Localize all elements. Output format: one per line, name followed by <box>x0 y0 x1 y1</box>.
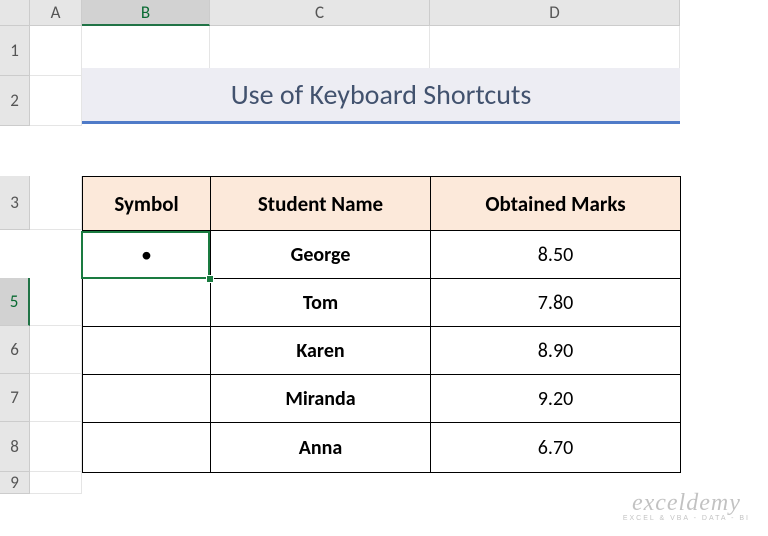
col-header-C[interactable]: C <box>210 0 430 26</box>
row-header-9[interactable]: 9 <box>0 472 30 494</box>
col-header-D[interactable]: D <box>430 0 680 26</box>
col-header-A[interactable]: A <box>30 0 82 26</box>
cell-A7[interactable] <box>30 374 82 422</box>
title-row: Use of Keyboard Shortcuts <box>82 76 680 126</box>
cell-marks[interactable]: 6.70 <box>431 423 681 473</box>
cell-symbol[interactable]: • <box>83 231 211 279</box>
row-header-2[interactable]: 2 <box>0 76 30 126</box>
cell-A6[interactable] <box>30 326 82 374</box>
fill-handle[interactable] <box>206 275 214 283</box>
cell-marks[interactable]: 8.50 <box>431 231 681 279</box>
select-all-corner[interactable] <box>0 0 30 26</box>
cell-symbol[interactable] <box>83 423 211 473</box>
watermark-brand: exceldemy <box>623 490 750 517</box>
row-header-5[interactable]: 5 <box>0 278 30 326</box>
table-row: Tom 7.80 <box>83 279 681 327</box>
header-name[interactable]: Student Name <box>211 177 431 231</box>
cell-marks[interactable]: 8.90 <box>431 327 681 375</box>
table-row: Miranda 9.20 <box>83 375 681 423</box>
col-header-B[interactable]: B <box>82 0 210 26</box>
cell-symbol[interactable] <box>83 279 211 327</box>
cell-name[interactable]: Karen <box>211 327 431 375</box>
row-header-3[interactable]: 3 <box>0 176 30 230</box>
page-title: Use of Keyboard Shortcuts <box>82 68 680 124</box>
table-row: • George 8.50 <box>83 231 681 279</box>
cell-name[interactable]: George <box>211 231 431 279</box>
table-row: Anna 6.70 <box>83 423 681 473</box>
cell-name[interactable]: Miranda <box>211 375 431 423</box>
row-header-6[interactable]: 6 <box>0 326 30 374</box>
cell-marks[interactable]: 9.20 <box>431 375 681 423</box>
data-table: Symbol Student Name Obtained Marks • Geo… <box>82 176 681 473</box>
cell-B2D2[interactable] <box>82 126 680 176</box>
cell-A2[interactable] <box>30 76 82 126</box>
header-marks[interactable]: Obtained Marks <box>431 177 681 231</box>
cell-name[interactable]: Tom <box>211 279 431 327</box>
cell-A8[interactable] <box>30 422 82 472</box>
row-header-8[interactable]: 8 <box>0 422 30 472</box>
cell-symbol[interactable] <box>83 327 211 375</box>
row-header-7[interactable]: 7 <box>0 374 30 422</box>
cell-A5[interactable] <box>30 278 82 326</box>
row-header-1[interactable]: 1 <box>0 26 30 76</box>
table-row: Karen 8.90 <box>83 327 681 375</box>
cell-name[interactable]: Anna <box>211 423 431 473</box>
watermark: exceldemy EXCEL & VBA - DATA - BI <box>623 490 750 522</box>
cell-A9[interactable] <box>30 472 82 494</box>
cell-A3[interactable] <box>30 176 82 230</box>
cell-row9[interactable] <box>82 472 680 494</box>
cell-symbol[interactable] <box>83 375 211 423</box>
cell-marks[interactable]: 7.80 <box>431 279 681 327</box>
watermark-tag: EXCEL & VBA - DATA - BI <box>623 515 750 522</box>
cell-A1[interactable] <box>30 26 82 76</box>
table-header-row: Symbol Student Name Obtained Marks <box>83 177 681 231</box>
header-symbol[interactable]: Symbol <box>83 177 211 231</box>
